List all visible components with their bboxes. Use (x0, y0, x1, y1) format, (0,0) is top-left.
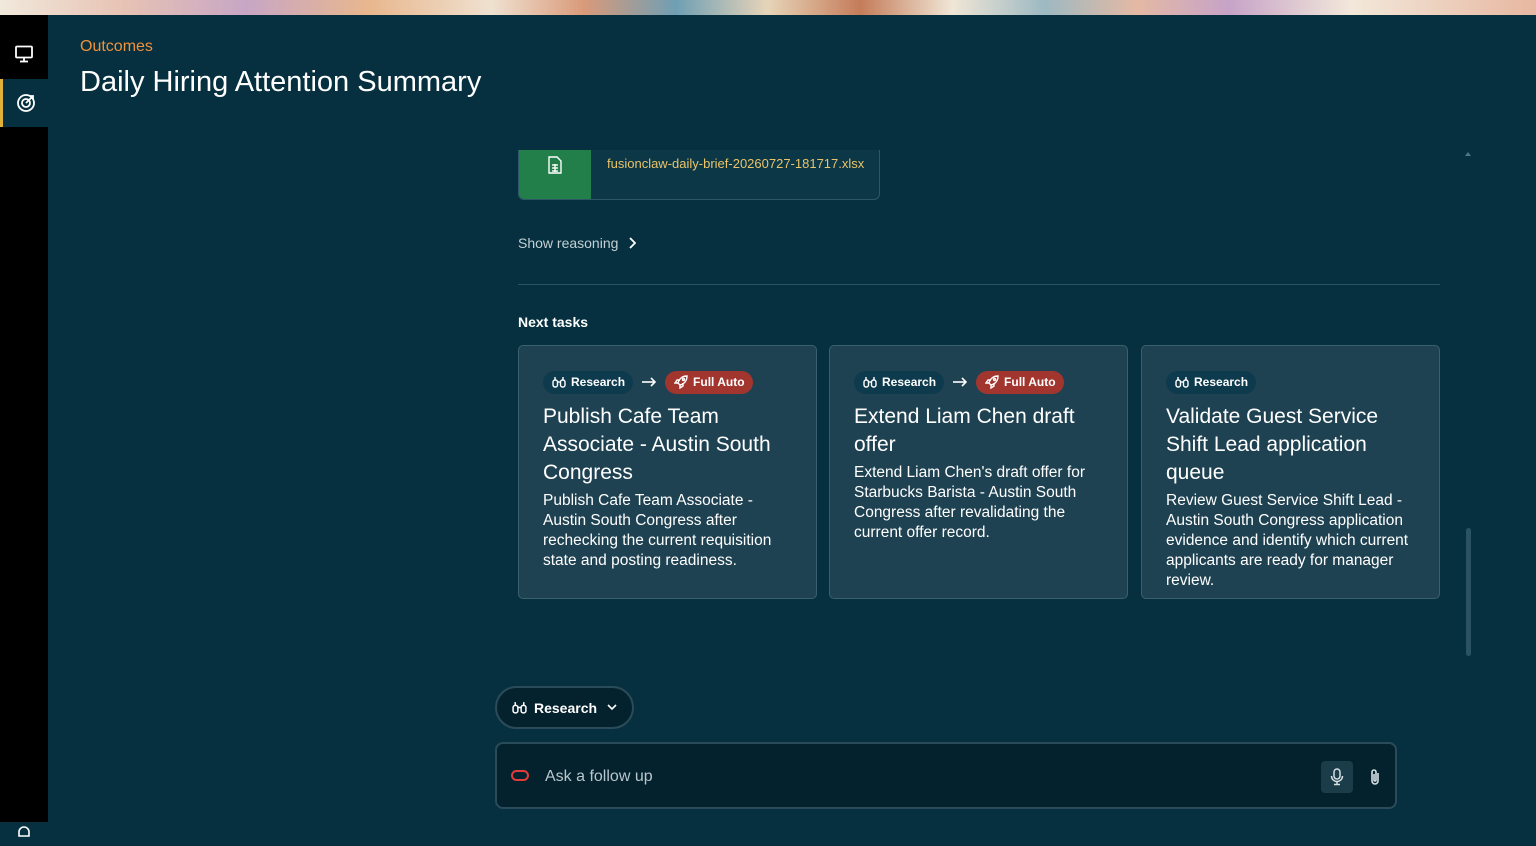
task-card[interactable]: Research Full Auto Publish Cafe Team Ass… (518, 345, 817, 599)
research-chip: Research (1166, 370, 1257, 394)
task-description: Review Guest Service Shift Lead - Austin… (1166, 492, 1409, 589)
show-reasoning-toggle[interactable]: Show reasoning (518, 235, 637, 251)
bell-icon (18, 826, 30, 837)
rocket-icon (985, 375, 999, 389)
full-auto-chip: Full Auto (665, 370, 753, 394)
task-chips: Research Full Auto (854, 370, 1105, 394)
arrow-right-icon (950, 377, 970, 387)
monitor-icon (15, 45, 33, 63)
attachment-file-name[interactable]: fusionclaw-daily-brief-20260727-181717.x… (607, 156, 864, 171)
decorative-banner (0, 0, 1536, 15)
microphone-button[interactable] (1321, 761, 1353, 793)
scrollbar-thumb[interactable] (1466, 528, 1471, 656)
divider (518, 284, 1440, 285)
research-chip: Research (543, 370, 634, 394)
binoculars-icon (552, 377, 566, 388)
attachment-icon-box (519, 150, 591, 199)
task-card[interactable]: Research Validate Guest Service Shift Le… (1141, 345, 1440, 599)
spreadsheet-icon (548, 156, 562, 174)
arrow-right-icon (639, 377, 659, 387)
mode-selector-button[interactable]: Research (495, 686, 634, 729)
task-description: Publish Cafe Team Associate - Austin Sou… (543, 492, 772, 569)
task-description: Extend Liam Chen's draft offer for Starb… (854, 464, 1085, 541)
scroll-up-arrow[interactable] (1465, 152, 1471, 156)
task-chips: Research (1166, 370, 1417, 394)
task-title: Validate Guest Service Shift Lead applic… (1166, 405, 1379, 484)
task-title: Extend Liam Chen draft offer (854, 405, 1075, 456)
oracle-logo-icon (511, 770, 529, 781)
paperclip-icon (1371, 769, 1379, 785)
rail-monitor-button[interactable] (0, 30, 48, 78)
next-tasks-heading: Next tasks (518, 314, 589, 330)
rail-notifications-button[interactable] (16, 825, 32, 846)
rail-outcomes-button[interactable] (0, 79, 48, 127)
mode-selector-label: Research (534, 699, 598, 716)
side-rail (0, 15, 48, 837)
full-auto-chip: Full Auto (976, 370, 1064, 394)
microphone-icon (1330, 768, 1344, 786)
breadcrumb[interactable]: Outcomes (80, 38, 153, 56)
chevron-down-icon (607, 704, 617, 711)
target-icon (16, 94, 35, 112)
research-chip: Research (854, 370, 945, 394)
follow-up-input[interactable] (543, 762, 1307, 792)
task-title: Publish Cafe Team Associate - Austin Sou… (543, 405, 771, 484)
page-title: Daily Hiring Attention Summary (80, 66, 482, 98)
chevron-right-icon (629, 237, 637, 249)
attachment-card[interactable]: fusionclaw-daily-brief-20260727-181717.x… (518, 150, 880, 200)
attach-button[interactable] (1359, 761, 1391, 793)
show-reasoning-label: Show reasoning (518, 235, 619, 251)
follow-up-box (495, 742, 1397, 809)
task-chips: Research Full Auto (543, 370, 794, 394)
rocket-icon (674, 375, 688, 389)
binoculars-icon (512, 702, 527, 714)
task-card[interactable]: Research Full Auto Extend Liam Chen draf… (829, 345, 1128, 599)
binoculars-icon (863, 377, 877, 388)
binoculars-icon (1175, 377, 1189, 388)
